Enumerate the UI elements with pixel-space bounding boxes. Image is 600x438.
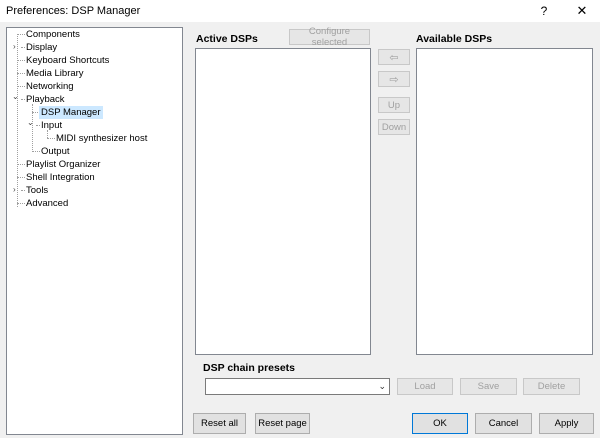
title-bar: Preferences: DSP Manager ? ✕: [0, 0, 600, 22]
tree-connector: [17, 177, 25, 178]
save-preset-button[interactable]: Save: [460, 378, 517, 395]
tree-item-tools[interactable]: Tools: [26, 184, 48, 197]
apply-button[interactable]: Apply: [539, 413, 594, 434]
tree-item-playlist-organizer[interactable]: Playlist Organizer: [26, 158, 100, 171]
tree-connector: [17, 86, 25, 87]
tree-connector: [36, 125, 40, 126]
preferences-tree[interactable]: › ⌄ ⌄ › Components Display Keyboard Shor…: [6, 27, 183, 435]
window-title: Preferences: DSP Manager: [6, 5, 141, 17]
configure-selected-button[interactable]: Configure selected: [289, 26, 370, 48]
tree-item-dsp-manager[interactable]: DSP Manager: [39, 106, 103, 119]
tree-item-playback[interactable]: Playback: [26, 93, 65, 106]
tree-item-media-library[interactable]: Media Library: [26, 67, 84, 80]
reset-all-button[interactable]: Reset all: [193, 413, 246, 434]
tree-connector: [17, 60, 25, 61]
tree-item-advanced[interactable]: Advanced: [26, 197, 68, 210]
collapse-input-icon[interactable]: ⌄: [27, 118, 34, 127]
tree-connector: [17, 164, 25, 165]
ok-button[interactable]: OK: [412, 413, 468, 434]
dsp-chain-presets-title: DSP chain presets: [203, 362, 296, 374]
tree-item-input[interactable]: Input: [41, 119, 62, 132]
collapse-playback-icon[interactable]: ⌄: [12, 92, 19, 101]
expand-display-icon[interactable]: ›: [13, 42, 16, 51]
chevron-down-icon: ⌄: [378, 381, 386, 391]
move-down-button[interactable]: Down: [378, 119, 410, 135]
close-icon[interactable]: ✕: [568, 0, 596, 22]
tree-item-display[interactable]: Display: [26, 41, 57, 54]
tree-connector: [17, 73, 25, 74]
tree-connector: [17, 34, 25, 35]
tree-item-output[interactable]: Output: [41, 145, 70, 158]
preset-select[interactable]: ⌄: [205, 378, 390, 395]
available-dsps-list[interactable]: [416, 48, 593, 355]
tree-item-keyboard-shortcuts[interactable]: Keyboard Shortcuts: [26, 54, 109, 67]
tree-connector: [21, 47, 25, 48]
available-dsps-title: Available DSPs: [416, 33, 493, 45]
move-left-button[interactable]: ⇦: [378, 49, 410, 65]
delete-preset-button[interactable]: Delete: [523, 378, 580, 395]
tree-item-networking[interactable]: Networking: [26, 80, 74, 93]
tree-connector: [21, 99, 25, 100]
reset-page-button[interactable]: Reset page: [255, 413, 310, 434]
move-right-button[interactable]: ⇨: [378, 71, 410, 87]
dsp-chain-presets-group: DSP chain presets ⌄ Load Save Delete: [195, 360, 593, 401]
tree-connector: [47, 138, 55, 139]
expand-tools-icon[interactable]: ›: [13, 185, 16, 194]
move-up-button[interactable]: Up: [378, 97, 410, 113]
active-dsps-title: Active DSPs: [196, 33, 258, 45]
cancel-button[interactable]: Cancel: [475, 413, 532, 434]
load-preset-button[interactable]: Load: [397, 378, 453, 395]
tree-item-shell-integration[interactable]: Shell Integration: [26, 171, 95, 184]
active-dsps-list[interactable]: [195, 48, 371, 355]
help-icon[interactable]: ?: [531, 0, 557, 22]
tree-item-components[interactable]: Components: [26, 28, 80, 41]
tree-item-midi-synthesizer-host[interactable]: MIDI synthesizer host: [56, 132, 147, 145]
tree-connector: [32, 151, 40, 152]
tree-connector: [17, 203, 25, 204]
tree-connector: [21, 190, 25, 191]
